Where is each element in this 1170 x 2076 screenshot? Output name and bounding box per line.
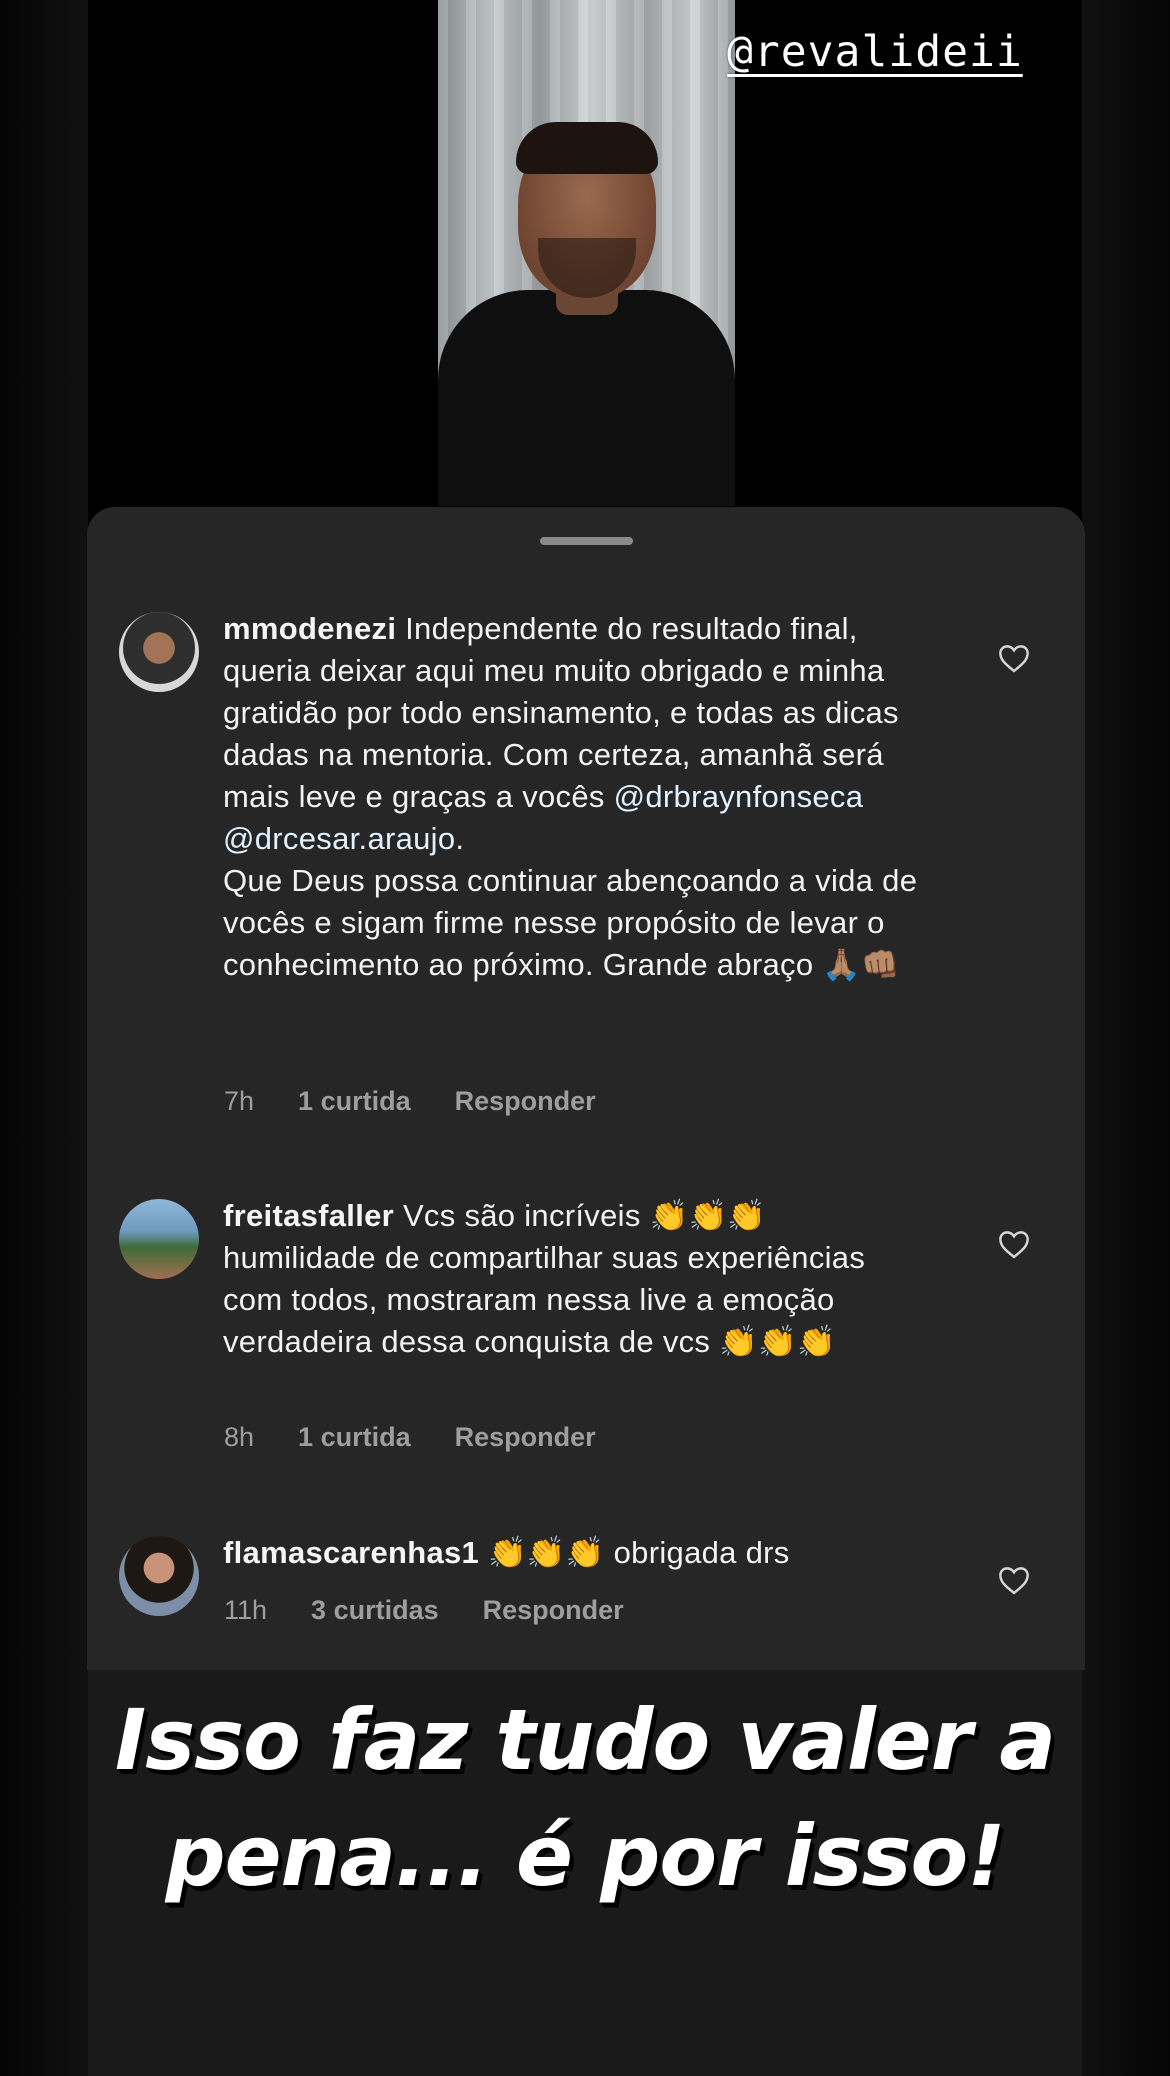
person-shirt [438, 290, 735, 506]
comment-text: freitasfaller Vcs são incríveis 👏👏👏 humi… [223, 1195, 923, 1363]
comment-username[interactable]: flamascarenhas1 [223, 1535, 479, 1570]
account-handle-sticker[interactable]: @revalideii [727, 27, 1023, 77]
comment-username[interactable]: mmodenezi [223, 611, 396, 646]
reply-button[interactable]: Responder [455, 1422, 596, 1453]
story-caption: Isso faz tudo valer a pena... é por isso… [0, 1682, 1170, 1914]
live-video-frame [438, 0, 735, 506]
comment-text: flamascarenhas1 👏👏👏 obrigada drs [223, 1532, 923, 1574]
mention-link[interactable]: @drbraynfonseca [614, 779, 864, 814]
reply-button[interactable]: Responder [483, 1595, 624, 1626]
avatar[interactable] [119, 1199, 199, 1279]
heart-outline-icon[interactable] [997, 643, 1031, 673]
comment-meta: 7h 1 curtida Responder [224, 1086, 596, 1117]
comment-time: 8h [224, 1422, 255, 1452]
caption-line-2: pena... é por isso! [165, 1807, 1005, 1905]
mention-link[interactable]: @drcesar.araujo [223, 821, 455, 856]
avatar[interactable] [119, 612, 199, 692]
sheet-grabber[interactable] [540, 537, 633, 545]
comment-likes[interactable]: 1 curtida [298, 1422, 411, 1453]
comment-username[interactable]: freitasfaller [223, 1198, 394, 1233]
comment-body: 👏👏👏 obrigada drs [479, 1535, 790, 1570]
avatar[interactable] [119, 1536, 199, 1616]
caption-line-1: Isso faz tudo valer a [114, 1691, 1056, 1789]
comment-likes[interactable]: 1 curtida [298, 1086, 411, 1117]
reply-button[interactable]: Responder [455, 1086, 596, 1117]
heart-outline-icon[interactable] [997, 1565, 1031, 1595]
comment-text: mmodenezi Independente do resultado fina… [223, 608, 923, 986]
comment-meta: 8h 1 curtida Responder [224, 1422, 596, 1453]
comments-sheet: mmodenezi Independente do resultado fina… [87, 507, 1085, 1670]
person-hair [516, 122, 658, 174]
comment-meta: 11h 3 curtidas Responder [224, 1595, 624, 1626]
comment-time: 7h [224, 1086, 255, 1116]
heart-outline-icon[interactable] [997, 1229, 1031, 1259]
comment-time: 11h [224, 1595, 268, 1625]
comment-likes[interactable]: 3 curtidas [311, 1595, 439, 1626]
